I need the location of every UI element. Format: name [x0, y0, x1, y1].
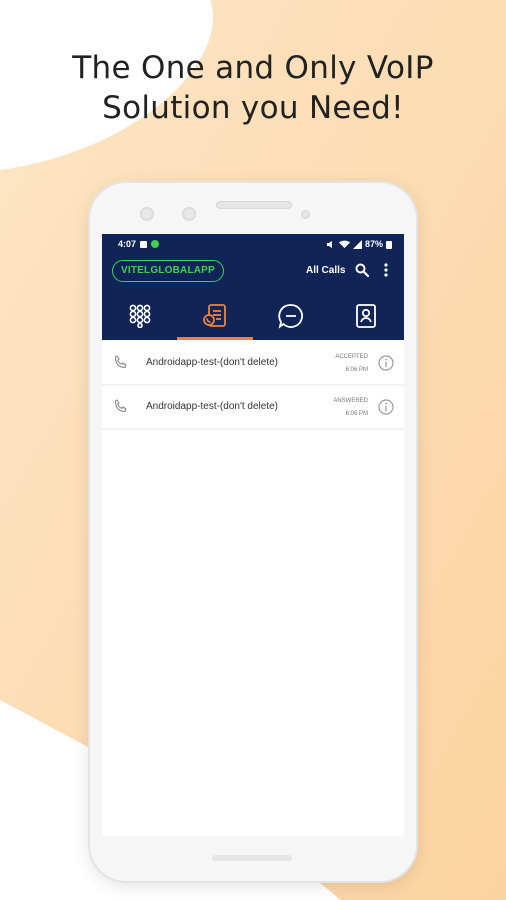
status-time: 4:07 — [118, 239, 137, 249]
proximity-sensor-icon — [301, 210, 310, 219]
phone-icon — [114, 355, 127, 369]
app-screen: 4:07 87% VITELGLOBALAPP All Calls Androi… — [102, 234, 404, 836]
call-status-label: ANSWERED — [333, 398, 368, 404]
call-status: ACCEPTED 6:06 PM — [335, 351, 368, 377]
dialpad-icon — [129, 304, 151, 328]
more-vertical-icon[interactable] — [383, 263, 389, 277]
call-time: 6:06 PM — [345, 367, 368, 373]
chat-icon — [278, 304, 303, 329]
call-contact-name: Androidapp-test-(don't delete) — [146, 401, 278, 412]
speaker-grille — [216, 201, 292, 209]
phone-frame: 4:07 87% VITELGLOBALAPP All Calls Androi… — [90, 183, 416, 881]
tab-bar — [102, 292, 404, 340]
active-indicator-icon — [151, 240, 160, 248]
info-icon[interactable] — [378, 399, 394, 415]
call-status: ANSWERED 6:06 PM — [333, 395, 368, 421]
call-time: 6:06 PM — [345, 411, 368, 417]
sensor-icon — [182, 207, 196, 221]
active-tab-indicator — [177, 337, 253, 340]
wifi-icon — [338, 240, 350, 248]
brand-badge: VITELGLOBALAPP — [112, 260, 224, 282]
headline-line-2: Solution you Need! — [102, 90, 404, 126]
tab-call-log[interactable] — [178, 292, 254, 340]
home-bar — [212, 855, 292, 861]
call-contact-name: Androidapp-test-(don't delete) — [146, 357, 278, 368]
notification-icon — [140, 240, 148, 248]
battery-icon — [386, 240, 392, 249]
contacts-icon — [356, 304, 377, 328]
call-list: Androidapp-test-(don't delete) ACCEPTED … — [102, 342, 404, 430]
call-status-label: ACCEPTED — [335, 354, 368, 360]
tab-contacts[interactable] — [329, 292, 405, 340]
call-row[interactable]: Androidapp-test-(don't delete) ANSWERED … — [102, 386, 404, 430]
headline-line-1: The One and Only VoIP — [72, 50, 434, 86]
app-header: 4:07 87% VITELGLOBALAPP All Calls — [102, 234, 404, 340]
tab-chat[interactable] — [253, 292, 329, 340]
tab-dialpad[interactable] — [102, 292, 178, 340]
front-camera-icon — [140, 207, 154, 221]
info-icon[interactable] — [378, 355, 394, 371]
signal-icon — [352, 239, 362, 249]
headline: The One and Only VoIP Solution you Need! — [0, 48, 506, 128]
phone-icon — [114, 399, 127, 413]
search-icon[interactable] — [355, 263, 369, 277]
status-bar: 4:07 87% — [102, 234, 404, 254]
call-row[interactable]: Androidapp-test-(don't delete) ACCEPTED … — [102, 342, 404, 386]
call-log-icon — [203, 304, 227, 327]
volume-icon — [326, 240, 332, 248]
battery-level: 87% — [364, 239, 383, 249]
all-calls-filter[interactable]: All Calls — [306, 265, 345, 276]
